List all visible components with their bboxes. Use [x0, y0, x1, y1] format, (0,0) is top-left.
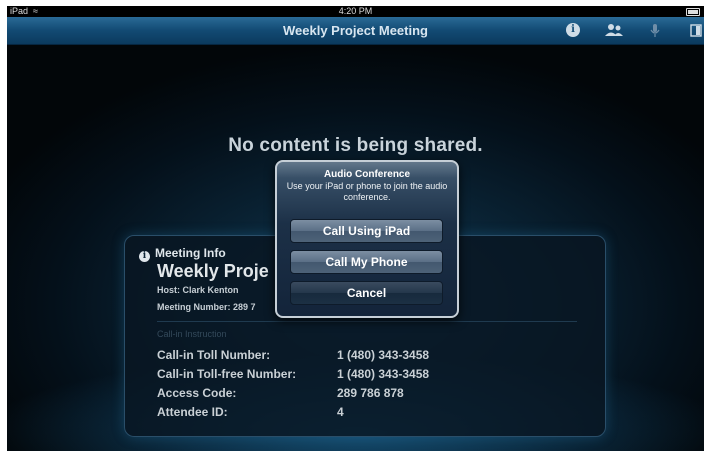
callin-section-title: Call-in Instruction	[157, 329, 227, 339]
meeting-number: Meeting Number: 289 7	[157, 302, 256, 312]
toll-free-number-label: Call-in Toll-free Number:	[157, 367, 297, 381]
no-content-message: No content is being shared.	[228, 135, 483, 156]
ipad-screen: iPad ≈ 4:20 PM Weekly Project Meeting i	[7, 6, 704, 451]
attendee-id-value: 4	[337, 405, 344, 419]
nav-bar: Weekly Project Meeting i	[7, 17, 704, 45]
microphone-icon[interactable]	[649, 23, 661, 38]
access-code-value: 289 786 878	[337, 386, 404, 400]
participants-icon[interactable]	[603, 23, 625, 38]
info-icon[interactable]: i	[566, 23, 580, 37]
meeting-info-label: Meeting Info	[155, 246, 226, 260]
access-code-label: Access Code:	[157, 386, 237, 400]
call-using-ipad-button[interactable]: Call Using iPad	[290, 219, 443, 243]
status-time: 4:20 PM	[338, 6, 373, 16]
meeting-name: Weekly Proje	[157, 261, 269, 281]
call-my-phone-button[interactable]: Call My Phone	[290, 250, 443, 274]
meeting-title: Weekly Project Meeting	[283, 23, 428, 38]
dialog-message: Use your iPad or phone to join the audio…	[286, 181, 448, 202]
status-bar: iPad ≈ 4:20 PM	[7, 6, 704, 17]
dialog-title: Audio Conference	[323, 169, 411, 180]
audio-conference-dialog: Audio Conference Use your iPad or phone …	[275, 160, 459, 318]
toll-number-label: Call-in Toll Number:	[157, 348, 271, 362]
toll-free-number-value[interactable]: 1 (480) 343-3458	[337, 367, 429, 381]
info-circle-icon: i	[139, 251, 150, 262]
attendee-id-label: Attendee ID:	[157, 405, 228, 419]
panel-icon[interactable]	[690, 23, 702, 38]
meeting-info-header: i Meeting Info	[139, 246, 226, 262]
toll-number-value[interactable]: 1 (480) 343-3458	[337, 348, 429, 362]
divider	[157, 321, 577, 322]
battery-icon	[686, 8, 700, 16]
host-label: Host: Clark Kenton	[157, 285, 239, 295]
cancel-button[interactable]: Cancel	[290, 281, 443, 305]
